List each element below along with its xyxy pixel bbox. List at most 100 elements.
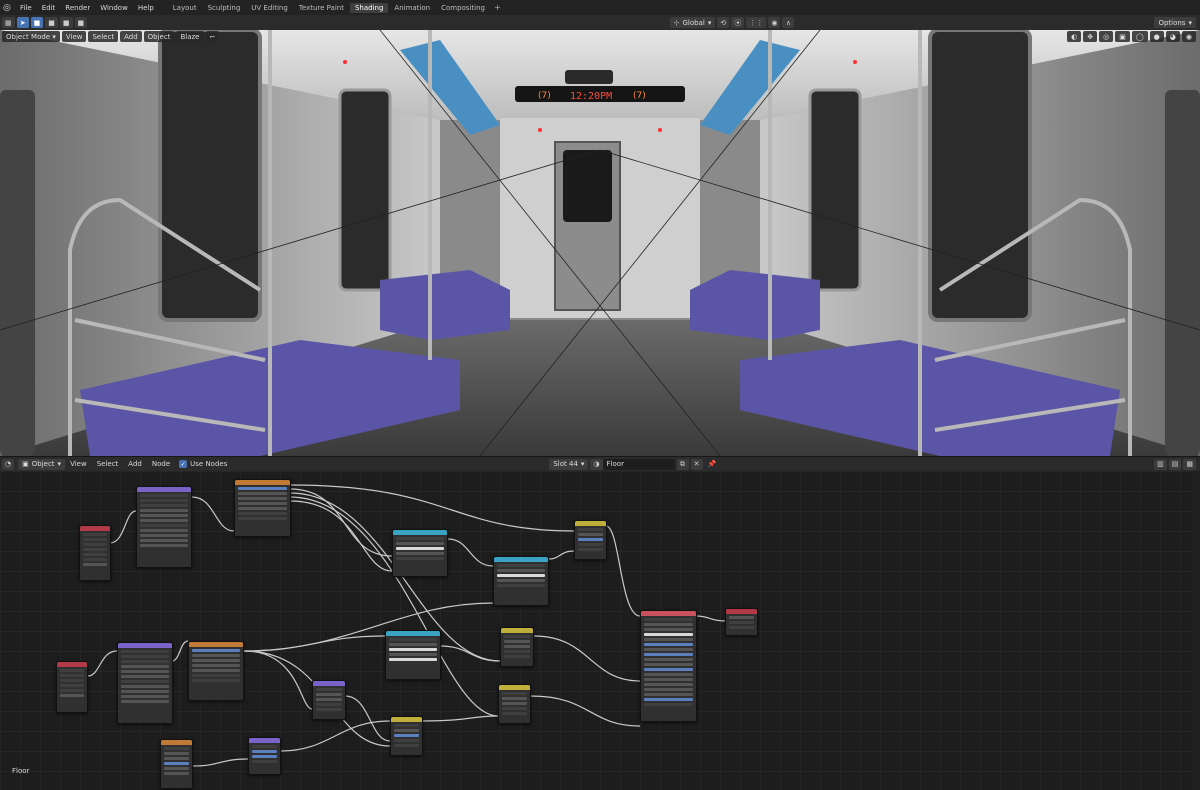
viewport-menu-view[interactable]: View	[61, 31, 87, 42]
node-overlay-icon[interactable]: ▥	[1154, 458, 1167, 470]
image-texture-node-upper[interactable]	[234, 479, 291, 537]
viewport-menu-blaze[interactable]: Blaze	[176, 31, 204, 42]
tab-uv-editing[interactable]: UV Editing	[246, 3, 293, 13]
shading-rendered-icon[interactable]: ◉	[1181, 31, 1196, 42]
select-mode-subtract-icon[interactable]: ■	[59, 17, 73, 28]
node-menu-view[interactable]: View	[65, 460, 92, 468]
pin-icon[interactable]: 📌	[705, 459, 720, 470]
shading-material-icon[interactable]: ◕	[1165, 31, 1180, 42]
slot-dropdown[interactable]: Slot 44 ▾	[549, 458, 589, 470]
orientation-label: Global	[682, 18, 705, 27]
editor-type-icon[interactable]: ▦	[2, 17, 15, 28]
mapping-node-upper[interactable]	[136, 486, 192, 568]
node-menu-node[interactable]: Node	[147, 460, 175, 468]
blender-logo-icon[interactable]: ◎	[3, 3, 15, 13]
material-canvas-label: Floor	[12, 767, 30, 775]
proportional-edit-icon[interactable]: ◉	[768, 17, 781, 28]
object-mode-label: Object Mode	[6, 32, 51, 41]
chevron-down-icon: ▾	[50, 32, 56, 41]
overlay-icon[interactable]: ◎	[1099, 31, 1114, 42]
color-ramp-node-upper[interactable]	[392, 529, 448, 577]
tab-layout[interactable]: Layout	[168, 3, 202, 13]
mix-node-top[interactable]	[574, 520, 607, 560]
viewport-menu-add[interactable]: Add	[120, 31, 142, 42]
subway-car-render: (7) 12:20PM (7)	[0, 30, 1200, 456]
node-editor-type-icon[interactable]: ◔	[2, 458, 15, 470]
node-menu-add[interactable]: Add	[123, 460, 147, 468]
use-nodes-label: Use Nodes	[190, 460, 228, 468]
noise-texture-node[interactable]	[160, 739, 193, 789]
image-texture-node-lower[interactable]	[188, 641, 244, 701]
select-tool-icon[interactable]: ➤	[16, 17, 29, 28]
mix-node-middle[interactable]	[500, 627, 534, 667]
falloff-icon[interactable]: ∧	[782, 17, 795, 28]
select-mode-new-icon[interactable]: ■	[30, 17, 44, 28]
node-menu-select[interactable]: Select	[92, 460, 124, 468]
chevron-down-icon: ▾	[57, 460, 62, 468]
tab-compositing[interactable]: Compositing	[436, 3, 490, 13]
chevron-down-icon: ▾	[580, 460, 585, 468]
3d-viewport[interactable]: (7) 12:20PM (7) Object Mode ▾ View Selec…	[0, 30, 1200, 456]
material-output-node[interactable]	[725, 608, 758, 636]
node-editor-header: ◔ ▣ Object ▾ View Select Add Node ✓ Use …	[0, 456, 1200, 471]
material-sphere-icon[interactable]: ◑	[590, 458, 603, 470]
node-canvas[interactable]: Floor	[0, 471, 1200, 790]
transform-orientation-dropdown[interactable]: ⊹ Global ▾	[669, 17, 716, 28]
viewport-menu-select[interactable]: Select	[88, 31, 119, 42]
tab-sculpting[interactable]: Sculpting	[203, 3, 246, 13]
pivot-icon[interactable]: ⟲	[717, 17, 730, 28]
material-name: Floor	[606, 460, 624, 468]
top-menu-bar: ◎ File Edit Render Window Help Layout Sc…	[0, 0, 1200, 15]
tab-animation[interactable]: Animation	[389, 3, 435, 13]
node-gizmo-icon[interactable]: ▤	[1168, 458, 1182, 470]
normal-map-node[interactable]	[248, 737, 281, 775]
options-label: Options	[1158, 18, 1186, 27]
mapping-node-lower[interactable]	[117, 642, 173, 724]
shading-solid-icon[interactable]: ●	[1149, 31, 1164, 42]
snap-icon[interactable]: ⦿	[731, 17, 745, 28]
unlink-material-icon[interactable]: ✕	[690, 458, 703, 470]
gizmo-icon[interactable]: ✥	[1083, 31, 1098, 42]
edit-mode-icon[interactable]: ⌐	[205, 31, 220, 42]
options-dropdown[interactable]: Options ▾	[1154, 17, 1196, 28]
menu-edit[interactable]: Edit	[37, 4, 61, 12]
tab-shading[interactable]: Shading	[349, 2, 389, 13]
chevron-down-icon: ▾	[1188, 18, 1192, 27]
tab-texture-paint[interactable]: Texture Paint	[294, 3, 349, 13]
visibility-icon[interactable]: ◐	[1067, 31, 1082, 42]
menu-window[interactable]: Window	[95, 4, 133, 12]
viewport-menu-object[interactable]: Object	[143, 31, 175, 42]
principled-bsdf-node[interactable]	[640, 610, 697, 722]
menu-help[interactable]: Help	[133, 4, 159, 12]
node-snap-icon[interactable]: ▦	[1183, 458, 1196, 470]
texture-coordinate-node[interactable]	[79, 525, 111, 581]
tool-header: ▦ ➤ ■ ■ ■ ■ ⊹ Global ▾ ⟲ ⦿ ⋮⋮ ◉ ∧ Option…	[0, 15, 1200, 30]
chevron-down-icon: ▾	[707, 18, 712, 27]
use-nodes-toggle[interactable]: ✓ Use Nodes	[179, 460, 227, 468]
add-workspace-button[interactable]: +	[494, 3, 501, 12]
shading-wireframe-icon[interactable]: ◯	[1131, 31, 1148, 42]
checkbox-checked-icon: ✓	[179, 460, 188, 468]
menu-file[interactable]: File	[15, 4, 37, 12]
slot-label: Slot 44	[553, 460, 578, 468]
xray-icon[interactable]: ▣	[1115, 31, 1130, 42]
select-mode-invert-icon[interactable]: ■	[74, 17, 88, 28]
material-name-field[interactable]: Floor	[602, 458, 675, 470]
color-ramp-node-middle[interactable]	[493, 556, 549, 606]
snap-target-icon[interactable]: ⋮⋮	[746, 17, 767, 28]
mix-node-lower-center[interactable]	[390, 716, 423, 756]
sign-time-text: 12:20PM	[570, 91, 612, 102]
viewport-header: Object Mode ▾ View Select Add Object Bla…	[0, 30, 1200, 43]
bump-node[interactable]	[312, 680, 346, 720]
color-ramp-node-lower[interactable]	[385, 630, 441, 680]
sidebar-toggle[interactable]	[1192, 471, 1200, 790]
select-mode-extend-icon[interactable]: ■	[45, 17, 58, 28]
sign-right-text: (7)	[633, 91, 646, 101]
menu-render[interactable]: Render	[60, 4, 95, 12]
sign-left-text: (7)	[538, 91, 551, 101]
texture-coordinate-node-lower[interactable]	[56, 661, 88, 713]
duplicate-material-icon[interactable]: ⧉	[676, 458, 689, 470]
mix-node-lower-right[interactable]	[498, 684, 531, 724]
shader-type-dropdown[interactable]: ▣ Object ▾	[18, 458, 66, 470]
object-mode-dropdown[interactable]: Object Mode ▾	[2, 31, 60, 42]
